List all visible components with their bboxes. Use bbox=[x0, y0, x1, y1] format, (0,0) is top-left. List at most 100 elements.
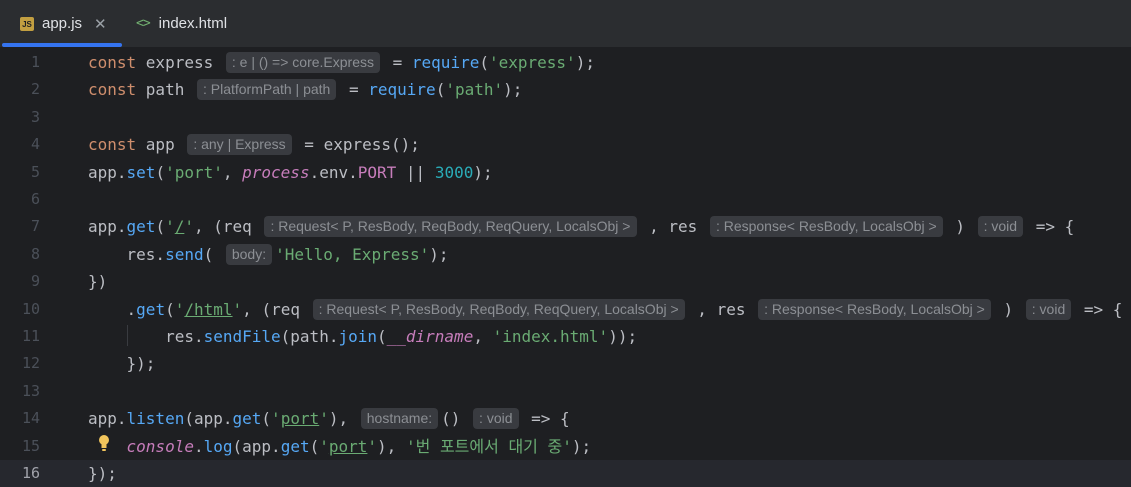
code-token: res. bbox=[88, 244, 166, 264]
code-line[interactable]: 11 res. sendFile (path. join(__dirname, 'in… bbox=[0, 323, 1131, 350]
line-number: 8 bbox=[30, 244, 40, 263]
line-number: 11 bbox=[21, 327, 40, 345]
code-token: ); bbox=[503, 80, 523, 100]
code-token: ' bbox=[367, 436, 378, 456]
code-token: = bbox=[339, 80, 369, 100]
code-token: => { bbox=[1026, 217, 1075, 237]
code-line[interactable]: 16}); bbox=[0, 460, 1131, 487]
code-token: ( bbox=[203, 244, 223, 264]
code-text[interactable]: app. set('port', process. env. PORT || 3000… bbox=[88, 159, 493, 186]
code-token: = bbox=[383, 53, 412, 72]
html-file-icon: <> bbox=[136, 16, 151, 31]
code-line[interactable]: 13 bbox=[0, 378, 1131, 405]
code-token: ); bbox=[429, 244, 449, 264]
code-token: ); bbox=[473, 162, 493, 182]
code-line[interactable]: 14 app. listen (app. get(' port '), hostname:(… bbox=[0, 405, 1131, 432]
code-token: port bbox=[280, 409, 320, 429]
code-text[interactable]: const express : e | () => core.Express =… bbox=[88, 49, 595, 76]
code-token: , bbox=[473, 327, 493, 346]
code-token: ( bbox=[376, 327, 387, 346]
code-token: (app. bbox=[232, 436, 281, 456]
code-token: get bbox=[126, 217, 156, 237]
code-token: sendFile bbox=[203, 327, 281, 346]
code-token: , res bbox=[687, 299, 756, 319]
code-line[interactable]: 10 . get('/html ', (req : Request< P, ResB… bbox=[0, 296, 1131, 323]
code-token: )); bbox=[608, 327, 638, 346]
code-line[interactable]: 15 console. log (app. get(' port '), '번 포트에서 … bbox=[0, 433, 1131, 460]
line-number: 10 bbox=[21, 299, 40, 318]
code-text[interactable]: res. send( body: 'Hello, Express'); bbox=[88, 241, 449, 268]
code-token: ' bbox=[319, 409, 329, 429]
tab-index-html[interactable]: <> index.html bbox=[122, 0, 262, 47]
code-line[interactable]: 8 res. send( body: 'Hello, Express'); bbox=[0, 241, 1131, 268]
code-text[interactable]: const path : PlatformPath | path = requi… bbox=[88, 76, 522, 103]
code-token: const bbox=[88, 135, 146, 155]
code-text[interactable]: res. sendFile (path. join(__dirname, 'index… bbox=[88, 323, 637, 350]
code-text[interactable]: app. get(' / ', (req : Request< P, ResBody,… bbox=[88, 213, 1074, 240]
line-number: 5 bbox=[30, 162, 40, 181]
code-token: ( bbox=[165, 299, 175, 319]
code-token: get bbox=[136, 299, 166, 319]
code-text[interactable]: }) bbox=[88, 268, 107, 295]
code-line[interactable]: 3 bbox=[0, 104, 1131, 131]
code-token: app. bbox=[88, 409, 127, 429]
code-token: 'Hello, Express' bbox=[275, 244, 430, 264]
code-token: /html bbox=[184, 299, 233, 319]
code-editor[interactable]: 1 const express : e | () => core.Express … bbox=[0, 48, 1131, 487]
code-token: path bbox=[145, 80, 194, 100]
code-token: get bbox=[232, 409, 262, 429]
code-token: () bbox=[441, 409, 471, 429]
code-token: require bbox=[368, 80, 436, 100]
code-token: 'port' bbox=[165, 162, 223, 182]
code-text[interactable]: }); bbox=[88, 350, 156, 377]
code-text[interactable]: app. listen (app. get(' port '), hostname:() … bbox=[88, 405, 570, 432]
code-token: ' bbox=[271, 409, 281, 429]
code-token: log bbox=[203, 436, 233, 456]
code-token: = bbox=[294, 135, 324, 155]
code-token: ' bbox=[319, 436, 329, 456]
code-token: app. bbox=[88, 217, 127, 237]
code-token: app. bbox=[88, 162, 127, 182]
code-token: express(); bbox=[323, 135, 420, 155]
code-token: . bbox=[193, 436, 204, 456]
code-line[interactable]: 2 const path : PlatformPath | path = requ… bbox=[0, 76, 1131, 103]
code-text[interactable]: . get('/html ', (req : Request< P, ResBody… bbox=[88, 296, 1122, 323]
close-icon[interactable]: ✕ bbox=[94, 15, 107, 33]
code-token: || bbox=[396, 162, 435, 182]
code-line[interactable]: 5 app. set('port', process. env. PORT || 300… bbox=[0, 159, 1131, 186]
lightbulb-icon[interactable] bbox=[98, 434, 110, 454]
inlay-hint: : PlatformPath | path bbox=[196, 79, 337, 101]
code-token: ( bbox=[155, 217, 166, 237]
code-token: const bbox=[88, 53, 146, 72]
code-token: 'express' bbox=[488, 53, 576, 72]
code-text[interactable]: }); bbox=[88, 460, 117, 487]
code-token: get bbox=[280, 436, 310, 456]
line-number: 16 bbox=[21, 464, 40, 482]
code-token: ( bbox=[155, 162, 166, 182]
tab-app-js[interactable]: JS app.js ✕ bbox=[0, 0, 122, 47]
code-line[interactable]: 9}) bbox=[0, 268, 1131, 295]
code-token: 'index.html' bbox=[492, 327, 609, 346]
code-token: 3000 bbox=[434, 162, 474, 182]
inlay-hint: : Request< P, ResBody, ReqBody, ReqQuery… bbox=[312, 298, 685, 320]
code-token: ' bbox=[165, 217, 175, 237]
line-number: 12 bbox=[21, 354, 40, 373]
code-token: ); bbox=[571, 436, 592, 456]
code-text[interactable]: const app : any | Express = express(); bbox=[88, 131, 420, 158]
code-text[interactable]: console. log (app. get(' port '), '번 포트에서 대기 … bbox=[88, 433, 592, 460]
code-token: express bbox=[145, 53, 223, 72]
inlay-hint: hostname: bbox=[360, 408, 439, 430]
code-token: join bbox=[338, 327, 377, 346]
code-line[interactable]: 4 const app : any | Express = express(); bbox=[0, 131, 1131, 158]
code-line[interactable]: 12 }); bbox=[0, 350, 1131, 377]
code-line[interactable]: 7 app. get(' / ', (req : Request< P, ResBody… bbox=[0, 213, 1131, 240]
code-line[interactable]: 1 const express : e | () => core.Express … bbox=[0, 49, 1131, 76]
code-token: ), bbox=[377, 436, 406, 456]
code-token: const bbox=[88, 80, 146, 100]
code-token: ( bbox=[479, 53, 489, 72]
code-token: send bbox=[165, 244, 204, 264]
line-number: 13 bbox=[21, 381, 40, 400]
code-line[interactable]: 6 bbox=[0, 186, 1131, 213]
line-number: 6 bbox=[30, 190, 40, 208]
code-token: }); bbox=[88, 354, 156, 374]
